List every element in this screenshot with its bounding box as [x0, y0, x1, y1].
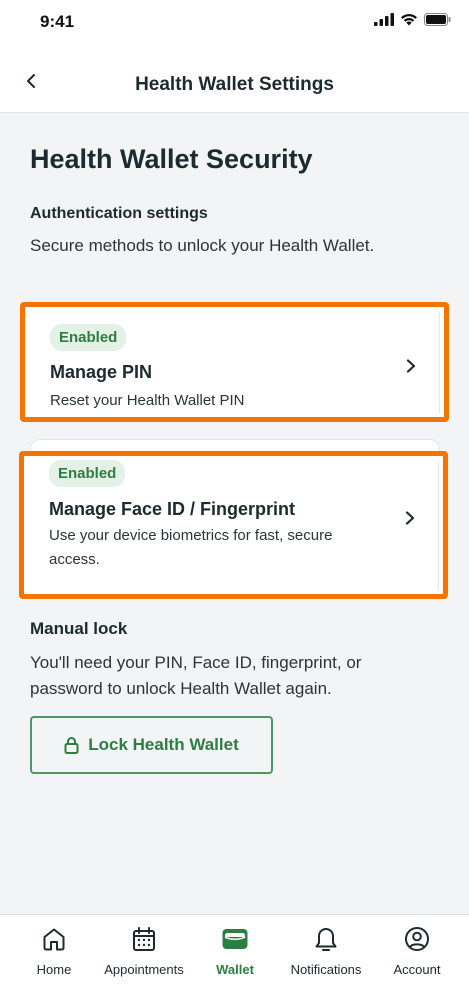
wallet-icon: [221, 925, 249, 953]
tab-wallet[interactable]: Wallet: [188, 925, 282, 977]
page-header-title: Health Wallet Settings: [135, 74, 334, 95]
wifi-icon: [401, 14, 417, 26]
manage-biometrics-card[interactable]: Enabled Manage Face ID / Fingerprint Use…: [19, 451, 448, 599]
card-divider: [439, 311, 440, 413]
tab-label: Notifications: [290, 962, 362, 977]
manual-lock-description: You'll need your PIN, Face ID, fingerpri…: [30, 653, 362, 698]
tab-label: Wallet: [216, 962, 254, 977]
tab-appointments[interactable]: Appointments: [97, 925, 191, 977]
main-content: Health Wallet Security Authentication se…: [0, 114, 469, 914]
status-time: 9:41: [40, 12, 75, 31]
bell-icon: [312, 925, 340, 953]
tab-label: Account: [393, 962, 441, 977]
tab-home[interactable]: Home: [7, 925, 101, 977]
signal-icon: [374, 13, 394, 26]
manual-lock-heading: Manual lock: [30, 619, 128, 638]
bottom-tab-bar: Home Appointments Wallet Notifications A…: [0, 914, 469, 990]
card-title: Manage PIN: [50, 362, 153, 382]
lock-button-label: Lock Health Wallet: [88, 735, 239, 754]
home-icon: [40, 925, 68, 953]
status-badge: Enabled: [50, 324, 127, 351]
card-title: Manage Face ID / Fingerprint: [49, 499, 296, 519]
page-title: Health Wallet Security: [30, 144, 313, 174]
calendar-icon: [130, 925, 158, 953]
card-subtitle: Reset your Health Wallet PIN: [50, 392, 245, 409]
card-divider: [438, 460, 439, 590]
manage-pin-card[interactable]: Enabled Manage PIN Reset your Health Wal…: [20, 302, 449, 422]
tab-notifications[interactable]: Notifications: [279, 925, 373, 977]
status-bar: 9:41: [0, 0, 469, 46]
card-subtitle: Use your device biometrics for fast, sec…: [49, 527, 333, 568]
chevron-right-icon: [406, 359, 416, 373]
status-icons: [374, 13, 451, 26]
status-badge: Enabled: [49, 460, 126, 487]
lock-icon: [64, 737, 79, 754]
chevron-right-icon: [405, 511, 415, 525]
battery-icon: [424, 13, 451, 26]
auth-settings-heading: Authentication settings: [30, 205, 208, 222]
lock-health-wallet-button[interactable]: Lock Health Wallet: [30, 716, 273, 774]
tab-account[interactable]: Account: [370, 925, 464, 977]
nav-header: Health Wallet Settings: [0, 46, 469, 113]
tab-label: Home: [36, 962, 72, 977]
auth-settings-description: Secure methods to unlock your Health Wal…: [30, 236, 375, 255]
tab-label: Appointments: [104, 962, 184, 977]
account-icon: [403, 925, 431, 953]
